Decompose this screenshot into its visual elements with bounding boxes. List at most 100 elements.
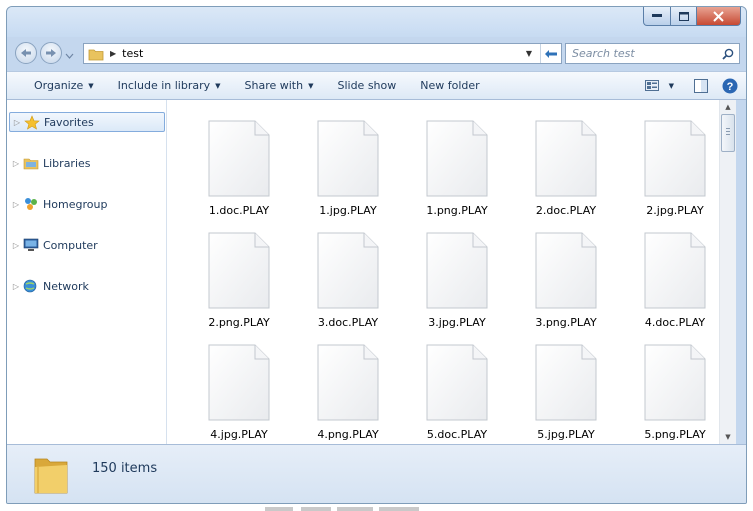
libraries-icon [23, 158, 39, 170]
view-options-dropdown[interactable]: ▼ [665, 72, 684, 99]
recent-pages-button[interactable] [65, 48, 75, 59]
search-box[interactable]: Search test [565, 43, 740, 64]
back-button[interactable] [15, 42, 37, 64]
file-item[interactable]: 2.jpg.PLAY [623, 114, 719, 224]
share-with-menu[interactable]: Share with ▼ [233, 72, 326, 99]
include-in-library-menu[interactable]: Include in library ▼ [106, 72, 233, 99]
address-field[interactable]: ▶ test ▼ [83, 43, 562, 64]
breadcrumb-current[interactable]: test [122, 47, 143, 60]
vertical-scrollbar[interactable]: ▲ ▼ [719, 100, 736, 444]
refresh-icon [545, 49, 557, 58]
homegroup-icon [25, 198, 37, 210]
file-name: 3.jpg.PLAY [428, 316, 486, 329]
file-item[interactable]: 5.png.PLAY [623, 338, 719, 444]
details-pane: 150 items [7, 444, 746, 503]
expand-arrow-icon[interactable]: ▷ [9, 241, 23, 250]
scrollbar-thumb[interactable] [721, 114, 735, 152]
document-icon [317, 120, 379, 197]
file-item[interactable]: 4.doc.PLAY [623, 226, 719, 336]
file-name: 4.jpg.PLAY [210, 428, 268, 441]
command-bar: Organize ▼ Include in library ▼ Share with… [7, 71, 746, 100]
refresh-button[interactable] [540, 44, 561, 63]
document-icon [317, 344, 379, 421]
preview-pane-button[interactable] [684, 72, 718, 99]
nav-item-favorites[interactable]: ▷ Favorites [9, 112, 165, 132]
document-icon [208, 344, 270, 421]
new-folder-label: New folder [420, 79, 480, 92]
nav-label-favorites: Favorites [44, 115, 94, 129]
file-name: 3.png.PLAY [535, 316, 597, 329]
file-item[interactable]: 1.png.PLAY [405, 114, 509, 224]
nav-label-homegroup: Homegroup [43, 197, 108, 211]
file-item[interactable]: 3.jpg.PLAY [405, 226, 509, 336]
forward-button[interactable] [40, 42, 62, 64]
scroll-down-arrow-icon[interactable]: ▼ [720, 430, 736, 444]
caption-buttons [643, 7, 741, 26]
file-item[interactable]: 5.doc.PLAY [405, 338, 509, 444]
slide-show-button[interactable]: Slide show [325, 72, 408, 99]
scroll-up-arrow-icon[interactable]: ▲ [720, 100, 736, 114]
file-item[interactable]: 5.jpg.PLAY [514, 338, 618, 444]
nav-item-homegroup[interactable]: ▷ Homegroup [9, 194, 165, 214]
minimize-icon [652, 14, 662, 17]
file-item[interactable]: 2.doc.PLAY [514, 114, 618, 224]
folder-icon [34, 458, 68, 494]
file-name: 1.jpg.PLAY [319, 204, 377, 217]
nav-item-libraries[interactable]: ▷ Libraries [9, 153, 165, 173]
file-list-view: 1.doc.PLAY 1.jpg.PLAY 1.png.PLAY 2.doc.PLAY… [167, 100, 719, 444]
file-name: 5.png.PLAY [644, 428, 706, 441]
breadcrumb-separator-icon[interactable]: ▶ [110, 49, 116, 58]
new-folder-button[interactable]: New folder [408, 72, 491, 99]
document-icon [317, 232, 379, 309]
back-arrow-icon [21, 49, 31, 57]
navigation-pane: ▷ Favorites ▷ Libraries ▷ Homegroup ▷ Co… [7, 100, 167, 444]
include-in-library-label: Include in library [117, 79, 211, 92]
chevron-down-icon [65, 53, 74, 59]
file-item[interactable]: 4.png.PLAY [296, 338, 400, 444]
computer-icon [23, 238, 39, 251]
file-item[interactable]: 4.jpg.PLAY [187, 338, 291, 444]
expand-arrow-icon[interactable]: ▷ [10, 118, 24, 127]
minimize-button[interactable] [643, 7, 671, 26]
file-item[interactable]: 1.doc.PLAY [187, 114, 291, 224]
preview-pane-icon [694, 78, 708, 93]
dropdown-arrow-icon: ▼ [668, 81, 674, 90]
search-input[interactable]: Search test [572, 47, 722, 60]
grip-icon [726, 128, 730, 135]
search-icon[interactable] [722, 48, 734, 60]
file-name: 5.doc.PLAY [426, 428, 488, 441]
file-name: 2.png.PLAY [208, 316, 270, 329]
document-icon [426, 120, 488, 197]
expand-arrow-icon[interactable]: ▷ [9, 159, 23, 168]
explorer-window: ▶ test ▼ Search test Organize ▼ Include i… [6, 6, 747, 504]
change-view-button[interactable] [639, 72, 665, 99]
close-icon [713, 10, 724, 22]
svg-text:?: ? [727, 81, 734, 93]
file-name: 2.doc.PLAY [535, 204, 597, 217]
dropdown-arrow-icon: ▼ [88, 81, 94, 90]
document-icon [535, 232, 597, 309]
document-icon [644, 232, 706, 309]
view-icon [644, 80, 659, 91]
title-bar[interactable] [7, 7, 746, 37]
help-button[interactable]: ? [718, 72, 746, 99]
share-with-label: Share with [244, 79, 304, 92]
nav-item-computer[interactable]: ▷ Computer [9, 235, 165, 255]
file-item[interactable]: 3.png.PLAY [514, 226, 618, 336]
file-item[interactable]: 2.png.PLAY [187, 226, 291, 336]
document-icon [535, 120, 597, 197]
dropdown-arrow-icon: ▼ [308, 81, 314, 90]
file-name: 1.png.PLAY [426, 204, 488, 217]
expand-arrow-icon[interactable]: ▷ [9, 282, 23, 291]
file-item[interactable]: 1.jpg.PLAY [296, 114, 400, 224]
maximize-button[interactable] [671, 7, 697, 26]
nav-item-network[interactable]: ▷ Network [9, 276, 165, 296]
document-icon [644, 120, 706, 197]
close-button[interactable] [697, 7, 741, 26]
nav-label-libraries: Libraries [43, 156, 91, 170]
file-item[interactable]: 3.doc.PLAY [296, 226, 400, 336]
organize-menu[interactable]: Organize ▼ [7, 72, 106, 99]
item-count: 150 items [92, 461, 158, 476]
expand-arrow-icon[interactable]: ▷ [9, 200, 23, 209]
address-dropdown-icon[interactable]: ▼ [526, 49, 532, 58]
